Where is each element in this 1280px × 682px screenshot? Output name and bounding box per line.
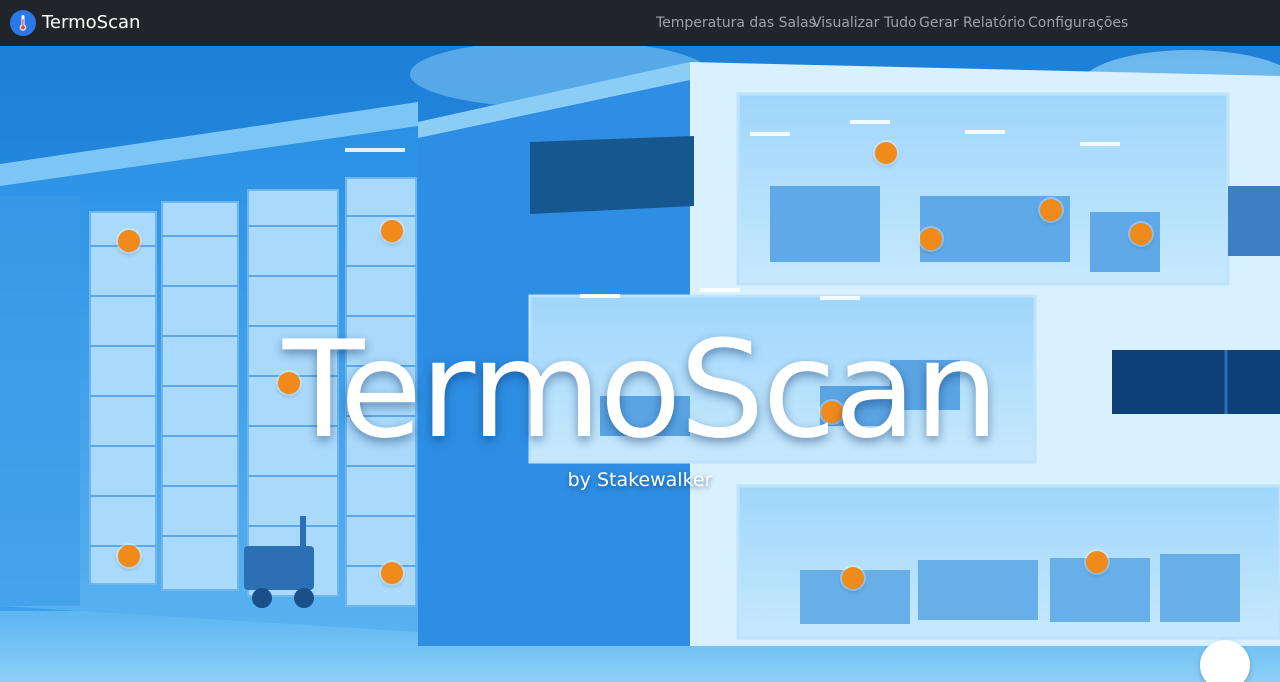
navbar: TermoScan Temperatura das Salas Visualiz… <box>0 0 1280 46</box>
temperature-sensor[interactable] <box>1086 551 1108 573</box>
brand-name: TermoScan <box>42 12 141 33</box>
nav-link-gerar-relatorio[interactable]: Gerar Relatório <box>919 14 1025 32</box>
temperature-sensor[interactable] <box>920 228 942 250</box>
hero: TermoScan by Stakewalker <box>0 46 1280 682</box>
nav-link-temperatura-das-salas[interactable]: Temperatura das Salas <box>656 14 816 32</box>
hero-title: TermoScan <box>282 312 1000 468</box>
temperature-sensor[interactable] <box>381 220 403 242</box>
floating-action-button[interactable] <box>1200 640 1250 682</box>
temperature-sensor[interactable] <box>118 230 140 252</box>
thermometer-icon <box>10 10 36 36</box>
temperature-sensor[interactable] <box>1130 223 1152 245</box>
temperature-sensor[interactable] <box>118 545 140 567</box>
temperature-sensor[interactable] <box>842 567 864 589</box>
brand[interactable]: TermoScan <box>10 10 140 36</box>
temperature-sensor[interactable] <box>1040 199 1062 221</box>
temperature-sensor[interactable] <box>875 142 897 164</box>
temperature-sensor[interactable] <box>381 562 403 584</box>
hero-subtitle: by Stakewalker <box>567 469 713 491</box>
nav-link-visualizar-tudo[interactable]: Visualizar Tudo <box>812 14 917 32</box>
nav-link-configuracoes[interactable]: Configurações <box>1028 14 1128 32</box>
